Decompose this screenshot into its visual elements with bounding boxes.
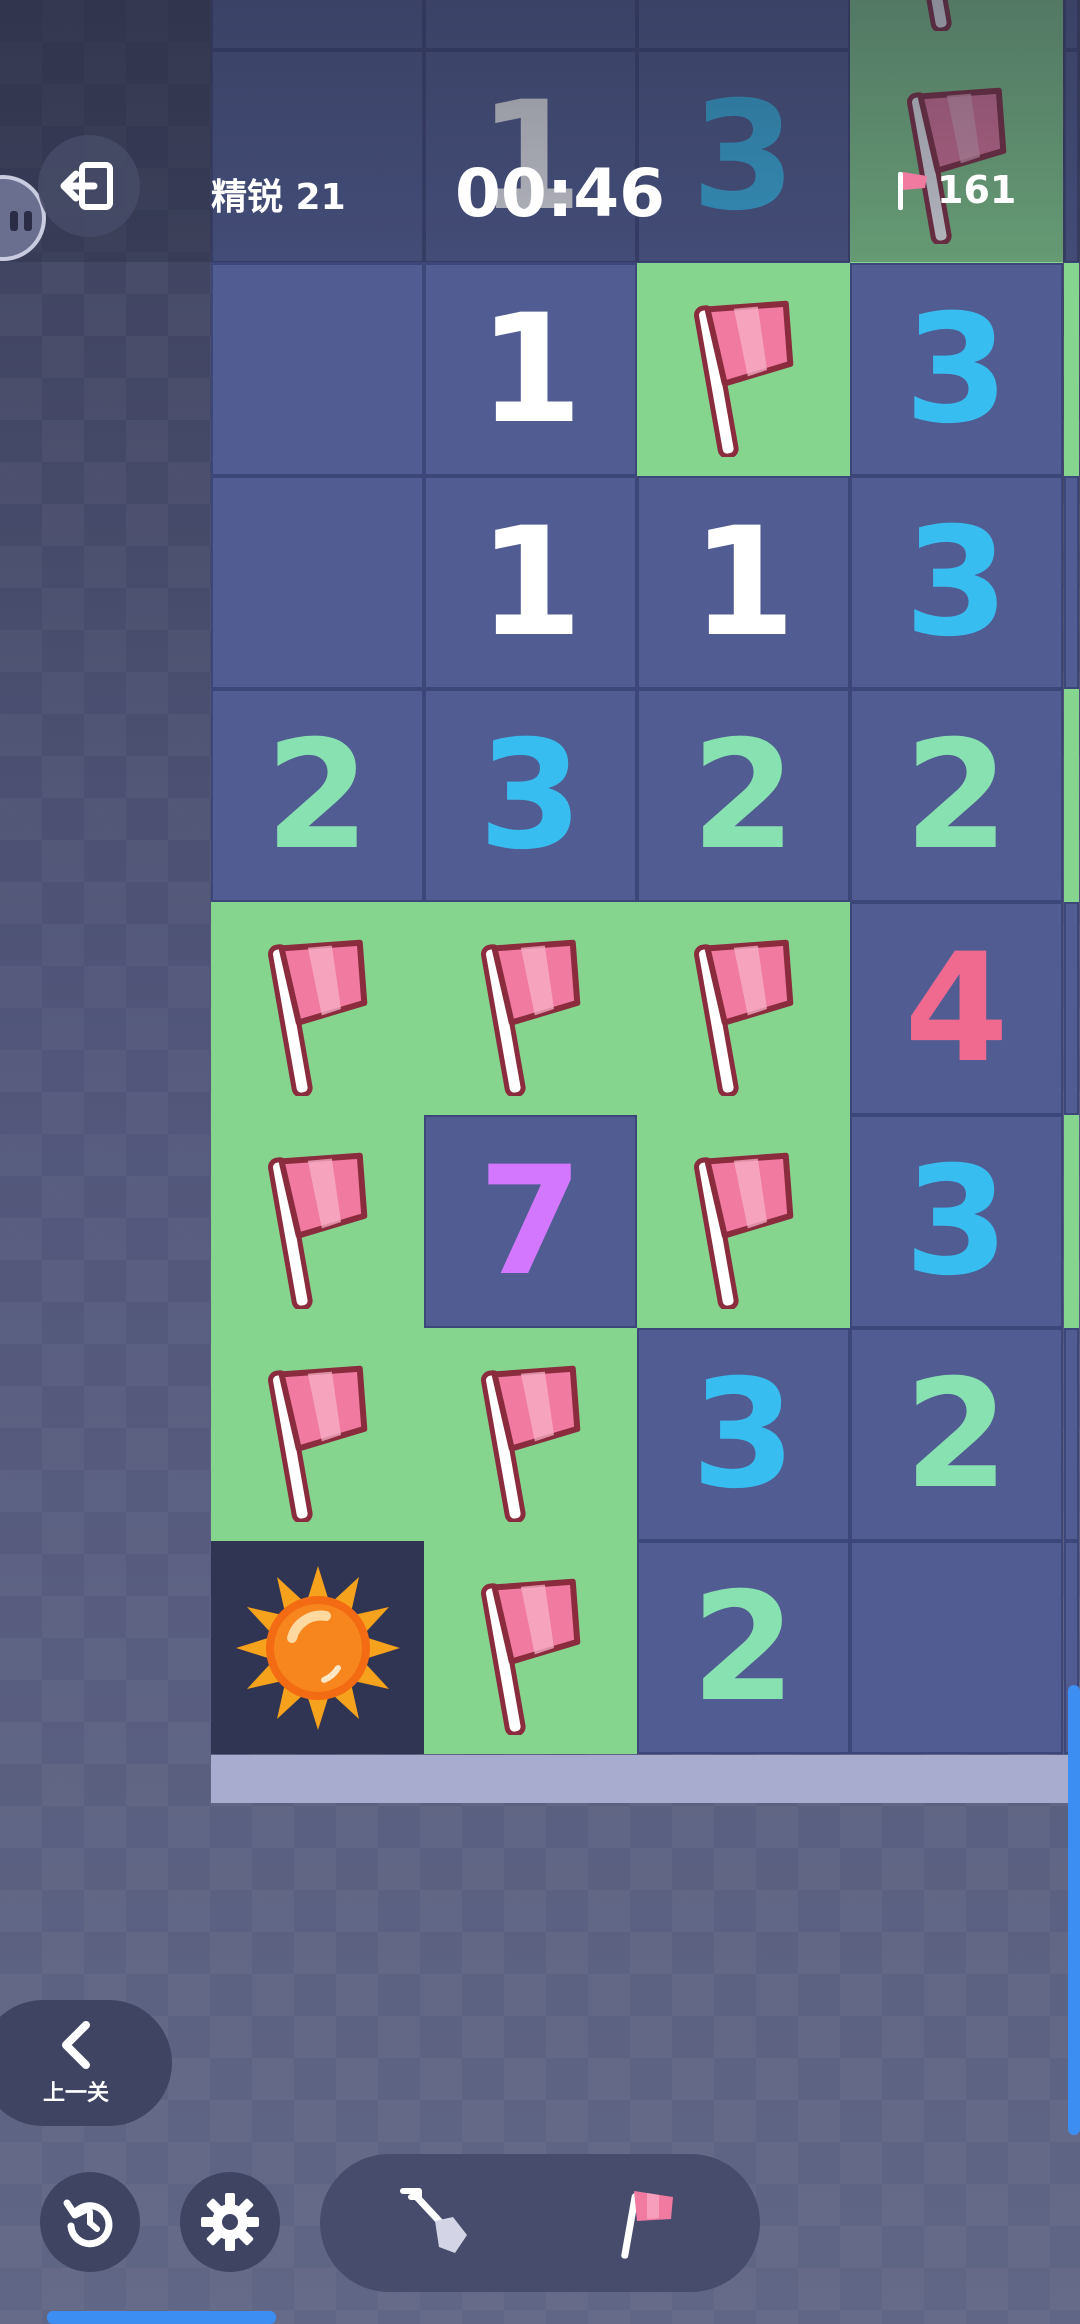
cell-number: 2 [904,708,1009,883]
flag-icon [480,1365,580,1522]
revealed-cell[interactable]: 3 [424,689,637,902]
revealed-cell[interactable]: 3 [850,1115,1063,1328]
flag-icon [267,1152,367,1309]
revealed-cell[interactable] [211,263,424,476]
flag-icon [898,172,927,210]
revealed-cell[interactable]: 7 [424,1115,637,1328]
flagged-cell[interactable] [424,1328,637,1541]
cell-number: 2 [265,708,370,883]
flag-icon [693,1152,793,1309]
flagged-cell[interactable] [211,1328,424,1541]
revealed-cell[interactable]: 2 [637,1541,850,1754]
game-board: 2213131132322473322 [211,0,1080,1755]
cell-number: 3 [904,282,1009,457]
edge-cell[interactable] [1064,476,1079,689]
cell-number: 7 [478,1134,583,1309]
flagged-cell[interactable] [211,902,424,1115]
revealed-cell[interactable]: 3 [637,1328,850,1541]
flag-icon [480,939,580,1096]
cell-number: 3 [904,495,1009,670]
cell-number: 2 [691,1560,796,1735]
dig-mode-button[interactable] [390,2178,480,2268]
restart-icon [63,2199,113,2248]
edge-cell[interactable] [1064,689,1079,902]
exit-button[interactable] [38,135,140,237]
revealed-cell[interactable]: 2 [850,1328,1063,1541]
revealed-cell[interactable]: 3 [850,263,1063,476]
flags-remaining: 161 [937,168,1017,212]
flag-icon [267,1365,367,1522]
cell-number: 1 [691,495,796,670]
cell-number: 3 [904,1134,1009,1309]
previous-level-label: 上一关 [42,2081,109,2106]
sun-mine-icon [235,1565,400,1730]
revealed-cell[interactable]: 4 [850,902,1063,1115]
flagged-cell[interactable] [637,263,850,476]
board-bottom-edge [211,1755,1080,1803]
flag-icon [621,2191,673,2259]
revealed-cell[interactable]: 1 [424,476,637,689]
flag-counter: 161 [895,168,1016,212]
flag-icon [480,1578,580,1735]
edge-cell[interactable] [1064,902,1079,1115]
flagged-cell[interactable] [211,1115,424,1328]
revealed-cell[interactable]: 2 [850,689,1063,902]
cell-number: 1 [478,282,583,457]
edge-cell[interactable] [1064,263,1079,476]
revealed-cell[interactable] [850,1541,1063,1754]
revealed-cell[interactable]: 3 [850,476,1063,689]
cell-number: 3 [478,708,583,883]
revealed-cell[interactable] [211,476,424,689]
flag-icon [267,939,367,1096]
flagged-cell[interactable] [424,902,637,1115]
chevron-left-icon [62,2021,90,2069]
edge-cell[interactable] [1064,1115,1079,1328]
level-label: 精锐 21 [211,177,346,218]
timer: 00:46 [455,155,666,232]
edge-cell[interactable] [1064,1328,1079,1541]
shovel-icon [400,2188,467,2253]
flagged-cell[interactable] [637,1115,850,1328]
exit-icon [60,162,113,210]
flag-mode-button[interactable] [605,2178,695,2268]
flagged-cell[interactable] [424,1541,637,1754]
cell-number: 2 [904,1347,1009,1522]
restart-button[interactable] [40,2172,140,2272]
revealed-cell[interactable]: 2 [637,689,850,902]
revealed-cell[interactable]: 1 [424,263,637,476]
previous-level-button[interactable]: 上一关 [0,2000,172,2126]
mine-cell[interactable] [211,1541,424,1754]
cell-number: 2 [691,708,796,883]
flagged-cell[interactable] [637,902,850,1115]
home-indicator [47,2311,276,2324]
revealed-cell[interactable]: 1 [637,476,850,689]
flag-icon [693,300,793,457]
cell-number: 1 [478,495,583,670]
cell-number: 4 [904,921,1009,1096]
cell-number: 3 [691,1347,796,1522]
scrollbar[interactable] [1068,1685,1080,2135]
flag-icon [693,939,793,1096]
tool-selector [320,2154,760,2292]
gear-icon [201,2193,259,2251]
revealed-cell[interactable]: 2 [211,689,424,902]
settings-button[interactable] [180,2172,280,2272]
